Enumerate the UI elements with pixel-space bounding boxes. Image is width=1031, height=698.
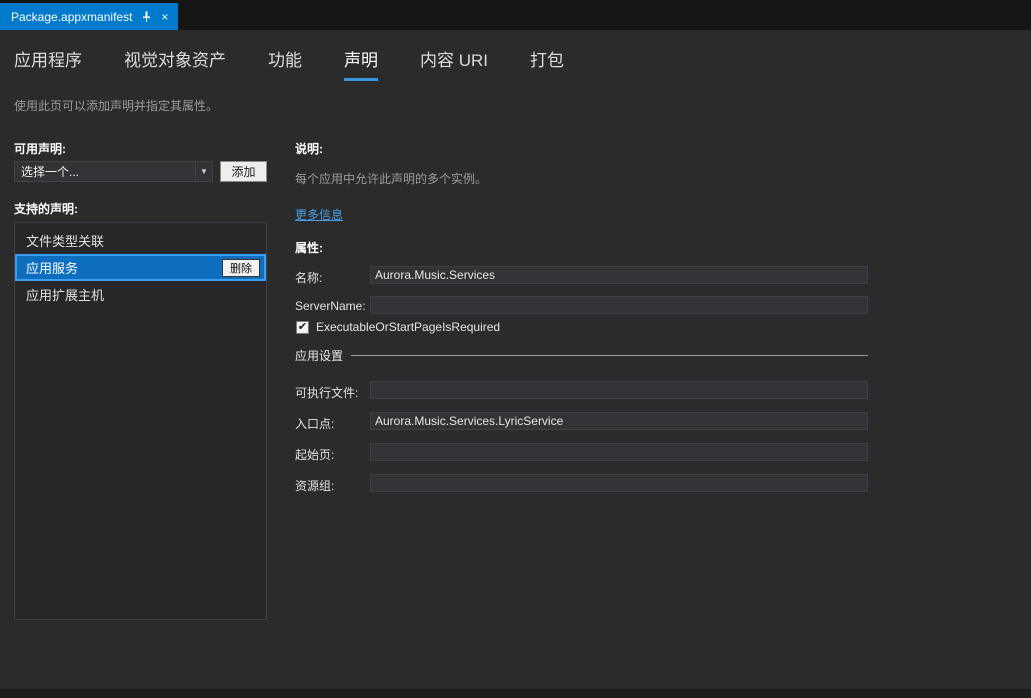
- tab-declarations[interactable]: 声明: [344, 46, 378, 81]
- executable-required-row: ✔ ExecutableOrStartPageIsRequired: [296, 320, 500, 334]
- entrypoint-label: 入口点:: [295, 415, 334, 432]
- document-tab[interactable]: Package.appxmanifest ×: [0, 3, 178, 30]
- document-tab-title: Package.appxmanifest: [11, 10, 132, 24]
- list-item-file-type-associations[interactable]: 文件类型关联: [15, 227, 266, 254]
- pin-icon[interactable]: [141, 11, 152, 22]
- entrypoint-input[interactable]: [370, 412, 868, 430]
- declaration-dropdown-value: 选择一个...: [15, 163, 195, 180]
- description-text: 每个应用中允许此声明的多个实例。: [295, 170, 487, 187]
- executable-required-label: ExecutableOrStartPageIsRequired: [316, 320, 500, 334]
- more-info-link[interactable]: 更多信息: [295, 206, 343, 223]
- tab-packaging[interactable]: 打包: [530, 46, 564, 78]
- executable-input[interactable]: [370, 381, 868, 399]
- tab-application[interactable]: 应用程序: [14, 46, 82, 78]
- resourcegroup-label: 资源组:: [295, 477, 334, 494]
- servername-input[interactable]: [370, 296, 868, 314]
- app-settings-label: 应用设置: [295, 347, 343, 364]
- list-item-app-extension-host[interactable]: 应用扩展主机: [15, 281, 266, 308]
- executable-label: 可执行文件:: [295, 384, 358, 401]
- servername-label: ServerName:: [295, 299, 366, 313]
- list-item-label: 应用扩展主机: [26, 285, 104, 304]
- startpage-input[interactable]: [370, 443, 868, 461]
- document-tab-strip: Package.appxmanifest ×: [0, 0, 1031, 30]
- manifest-nav-tabs: 应用程序 视觉对象资产 功能 声明 内容 URI 打包: [14, 46, 1031, 84]
- list-item-app-service[interactable]: 应用服务 删除: [15, 254, 266, 281]
- app-settings-group: 应用设置: [295, 347, 868, 364]
- tab-content-uris[interactable]: 内容 URI: [420, 46, 488, 78]
- properties-label: 属性:: [295, 239, 323, 256]
- available-declarations-label: 可用声明:: [14, 140, 66, 157]
- executable-required-checkbox[interactable]: ✔: [296, 321, 309, 334]
- chevron-down-icon[interactable]: ▼: [195, 162, 212, 181]
- declaration-dropdown[interactable]: 选择一个... ▼: [14, 161, 213, 182]
- tab-visual-assets[interactable]: 视觉对象资产: [124, 46, 226, 78]
- tab-capabilities[interactable]: 功能: [268, 46, 302, 78]
- list-item-label: 文件类型关联: [26, 231, 104, 250]
- check-icon: ✔: [298, 322, 307, 333]
- add-button[interactable]: 添加: [220, 161, 267, 182]
- description-label: 说明:: [295, 140, 323, 157]
- supported-declarations-list: 文件类型关联 应用服务 删除 应用扩展主机: [14, 222, 267, 620]
- close-icon[interactable]: ×: [161, 11, 168, 23]
- name-label: 名称:: [295, 269, 322, 286]
- startpage-label: 起始页:: [295, 446, 334, 463]
- bottom-strip: [0, 689, 1031, 698]
- supported-declarations-label: 支持的声明:: [14, 200, 78, 217]
- name-input[interactable]: [370, 266, 868, 284]
- list-item-label: 应用服务: [26, 258, 78, 277]
- group-divider: [351, 355, 868, 356]
- resourcegroup-input[interactable]: [370, 474, 868, 492]
- remove-button[interactable]: 删除: [222, 259, 260, 277]
- page-description: 使用此页可以添加声明并指定其属性。: [14, 97, 218, 114]
